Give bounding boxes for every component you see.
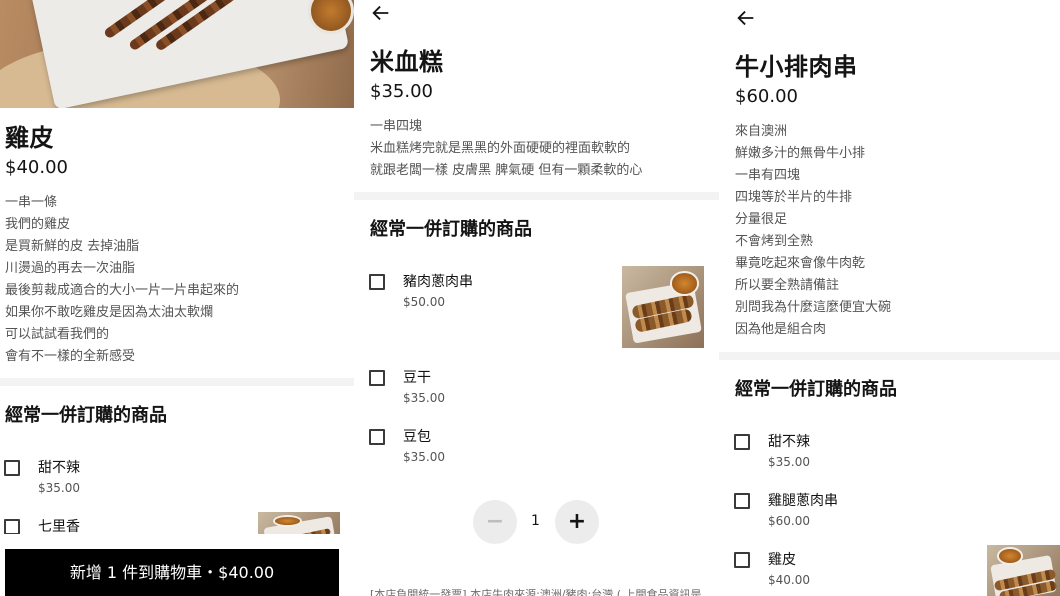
store-notice: [本店負開統一發票] 本店牛肉來源:澳洲/豬肉:台灣 ( 上開食品資訊是 <box>370 588 702 596</box>
addon-option[interactable]: 甜不辣 $35.00 <box>4 457 344 507</box>
addon-checkbox[interactable] <box>369 370 385 386</box>
description-line: 鮮嫩多汁的無骨牛小排 <box>735 146 866 161</box>
description-line: 一串有四塊 <box>735 168 801 183</box>
description-line: 畢竟吃起來會像牛肉乾 <box>735 256 866 271</box>
addon-option[interactable]: 雞腿蔥肉串 $60.00 <box>734 490 1054 540</box>
description-line: 分量很足 <box>735 212 788 227</box>
description-line: 可以試試看我們的 <box>5 327 110 342</box>
back-arrow-icon[interactable] <box>735 7 757 29</box>
description-line: 會有不一樣的全新感受 <box>5 349 136 364</box>
addon-name: 豆包 <box>403 429 431 445</box>
item-price: $35.00 <box>370 81 433 102</box>
item-price: $60.00 <box>735 86 798 107</box>
addon-option[interactable]: 豆干 $35.00 <box>369 367 709 417</box>
description-line: 如果你不敢吃雞皮是因為太油太軟爛 <box>5 305 214 320</box>
addon-checkbox[interactable] <box>4 460 20 476</box>
back-arrow-icon[interactable] <box>370 2 392 24</box>
item-panel-chicken-skin: 雞皮 $40.00 一串一條 我們的雞皮 是買新鮮的皮 去掉油脂 川燙過的再去一… <box>0 0 354 596</box>
addon-name: 雞皮 <box>768 552 796 568</box>
addon-price: $60.00 <box>768 514 810 528</box>
description-line: 因為他是組合肉 <box>735 322 827 337</box>
item-panel-beef-short-rib: 牛小排肉串 $60.00 來自澳洲 鮮嫩多汁的無骨牛小排 一串有四塊 四塊等於半… <box>719 0 1060 596</box>
section-divider <box>719 352 1060 360</box>
addon-checkbox[interactable] <box>734 552 750 568</box>
description-line: 就跟老闆一樣 皮膚黑 脾氣硬 但有一顆柔軟的心 <box>370 163 643 178</box>
addon-price: $50.00 <box>403 295 445 309</box>
addon-name: 豬肉蔥肉串 <box>403 274 473 290</box>
item-description: 來自澳洲 鮮嫩多汁的無骨牛小排 一串有四塊 四塊等於半片的牛排 分量很足 不會烤… <box>735 121 1055 341</box>
item-panel-rice-cake: 米血糕 $35.00 一串四塊 米血糕烤完就是黑黑的外面硬硬的裡面軟軟的 就跟老… <box>354 0 719 596</box>
section-title: 經常一併訂購的商品 <box>370 219 532 240</box>
item-title: 米血糕 <box>370 48 444 76</box>
item-price: $40.00 <box>5 157 68 178</box>
addon-checkbox[interactable] <box>734 434 750 450</box>
section-title: 經常一併訂購的商品 <box>735 379 897 400</box>
description-line: 所以要全熟請備註 <box>735 278 840 293</box>
addon-price: $35.00 <box>403 450 445 464</box>
addon-checkbox[interactable] <box>369 429 385 445</box>
addon-name: 甜不辣 <box>768 434 810 450</box>
description-line: 別問我為什麼這麼便宜大碗 <box>735 300 892 315</box>
quantity-value: 1 <box>531 513 540 529</box>
quantity-decrease-button[interactable]: − <box>473 500 517 544</box>
addon-name: 七里香 <box>38 519 80 535</box>
addon-name: 雞腿蔥肉串 <box>768 493 838 509</box>
addon-option[interactable]: 豬肉蔥肉串 $50.00 <box>369 266 709 351</box>
description-line: 一串四塊 <box>370 119 423 134</box>
addon-option[interactable]: 雞皮 $40.00 <box>734 545 1060 596</box>
description-line: 我們的雞皮 <box>5 217 71 232</box>
description-line: 四塊等於半片的牛排 <box>735 190 853 205</box>
addon-price: $40.00 <box>768 573 810 587</box>
description-line: 川燙過的再去一次油脂 <box>5 261 136 276</box>
section-divider <box>354 192 719 200</box>
item-title: 牛小排肉串 <box>735 53 858 81</box>
add-to-cart-button[interactable]: 新增 1 件到購物車・$40.00 <box>5 549 339 596</box>
addon-price: $35.00 <box>38 481 80 495</box>
addon-name: 豆干 <box>403 370 431 386</box>
addon-thumbnail <box>622 266 704 348</box>
description-line: 是買新鮮的皮 去掉油脂 <box>5 239 140 254</box>
item-title: 雞皮 <box>5 124 54 152</box>
addon-checkbox[interactable] <box>4 519 20 535</box>
addon-option[interactable]: 豆包 $35.00 <box>369 426 709 476</box>
addon-checkbox[interactable] <box>369 274 385 290</box>
description-line: 最後剪裁成適合的大小一片一片串起來的 <box>5 283 240 298</box>
quantity-increase-button[interactable]: + <box>555 500 599 544</box>
product-photo <box>0 0 354 108</box>
description-line: 不會烤到全熟 <box>735 234 814 249</box>
addon-option[interactable]: 甜不辣 $35.00 <box>734 431 1054 481</box>
description-line: 米血糕烤完就是黑黑的外面硬硬的裡面軟軟的 <box>370 141 631 156</box>
add-to-cart-bar: 新增 1 件到購物車・$40.00 <box>0 534 354 596</box>
addon-name: 甜不辣 <box>38 460 80 476</box>
addon-thumbnail <box>987 545 1060 596</box>
item-description: 一串四塊 米血糕烤完就是黑黑的外面硬硬的裡面軟軟的 就跟老闆一樣 皮膚黑 脾氣硬… <box>370 116 715 182</box>
description-line: 來自澳洲 <box>735 124 788 139</box>
description-line: 一串一條 <box>5 195 58 210</box>
addon-checkbox[interactable] <box>734 493 750 509</box>
item-description: 一串一條 我們的雞皮 是買新鮮的皮 去掉油脂 川燙過的再去一次油脂 最後剪裁成適… <box>5 192 350 368</box>
addon-price: $35.00 <box>768 455 810 469</box>
section-title: 經常一併訂購的商品 <box>5 405 167 426</box>
section-divider <box>0 378 354 386</box>
addon-price: $35.00 <box>403 391 445 405</box>
